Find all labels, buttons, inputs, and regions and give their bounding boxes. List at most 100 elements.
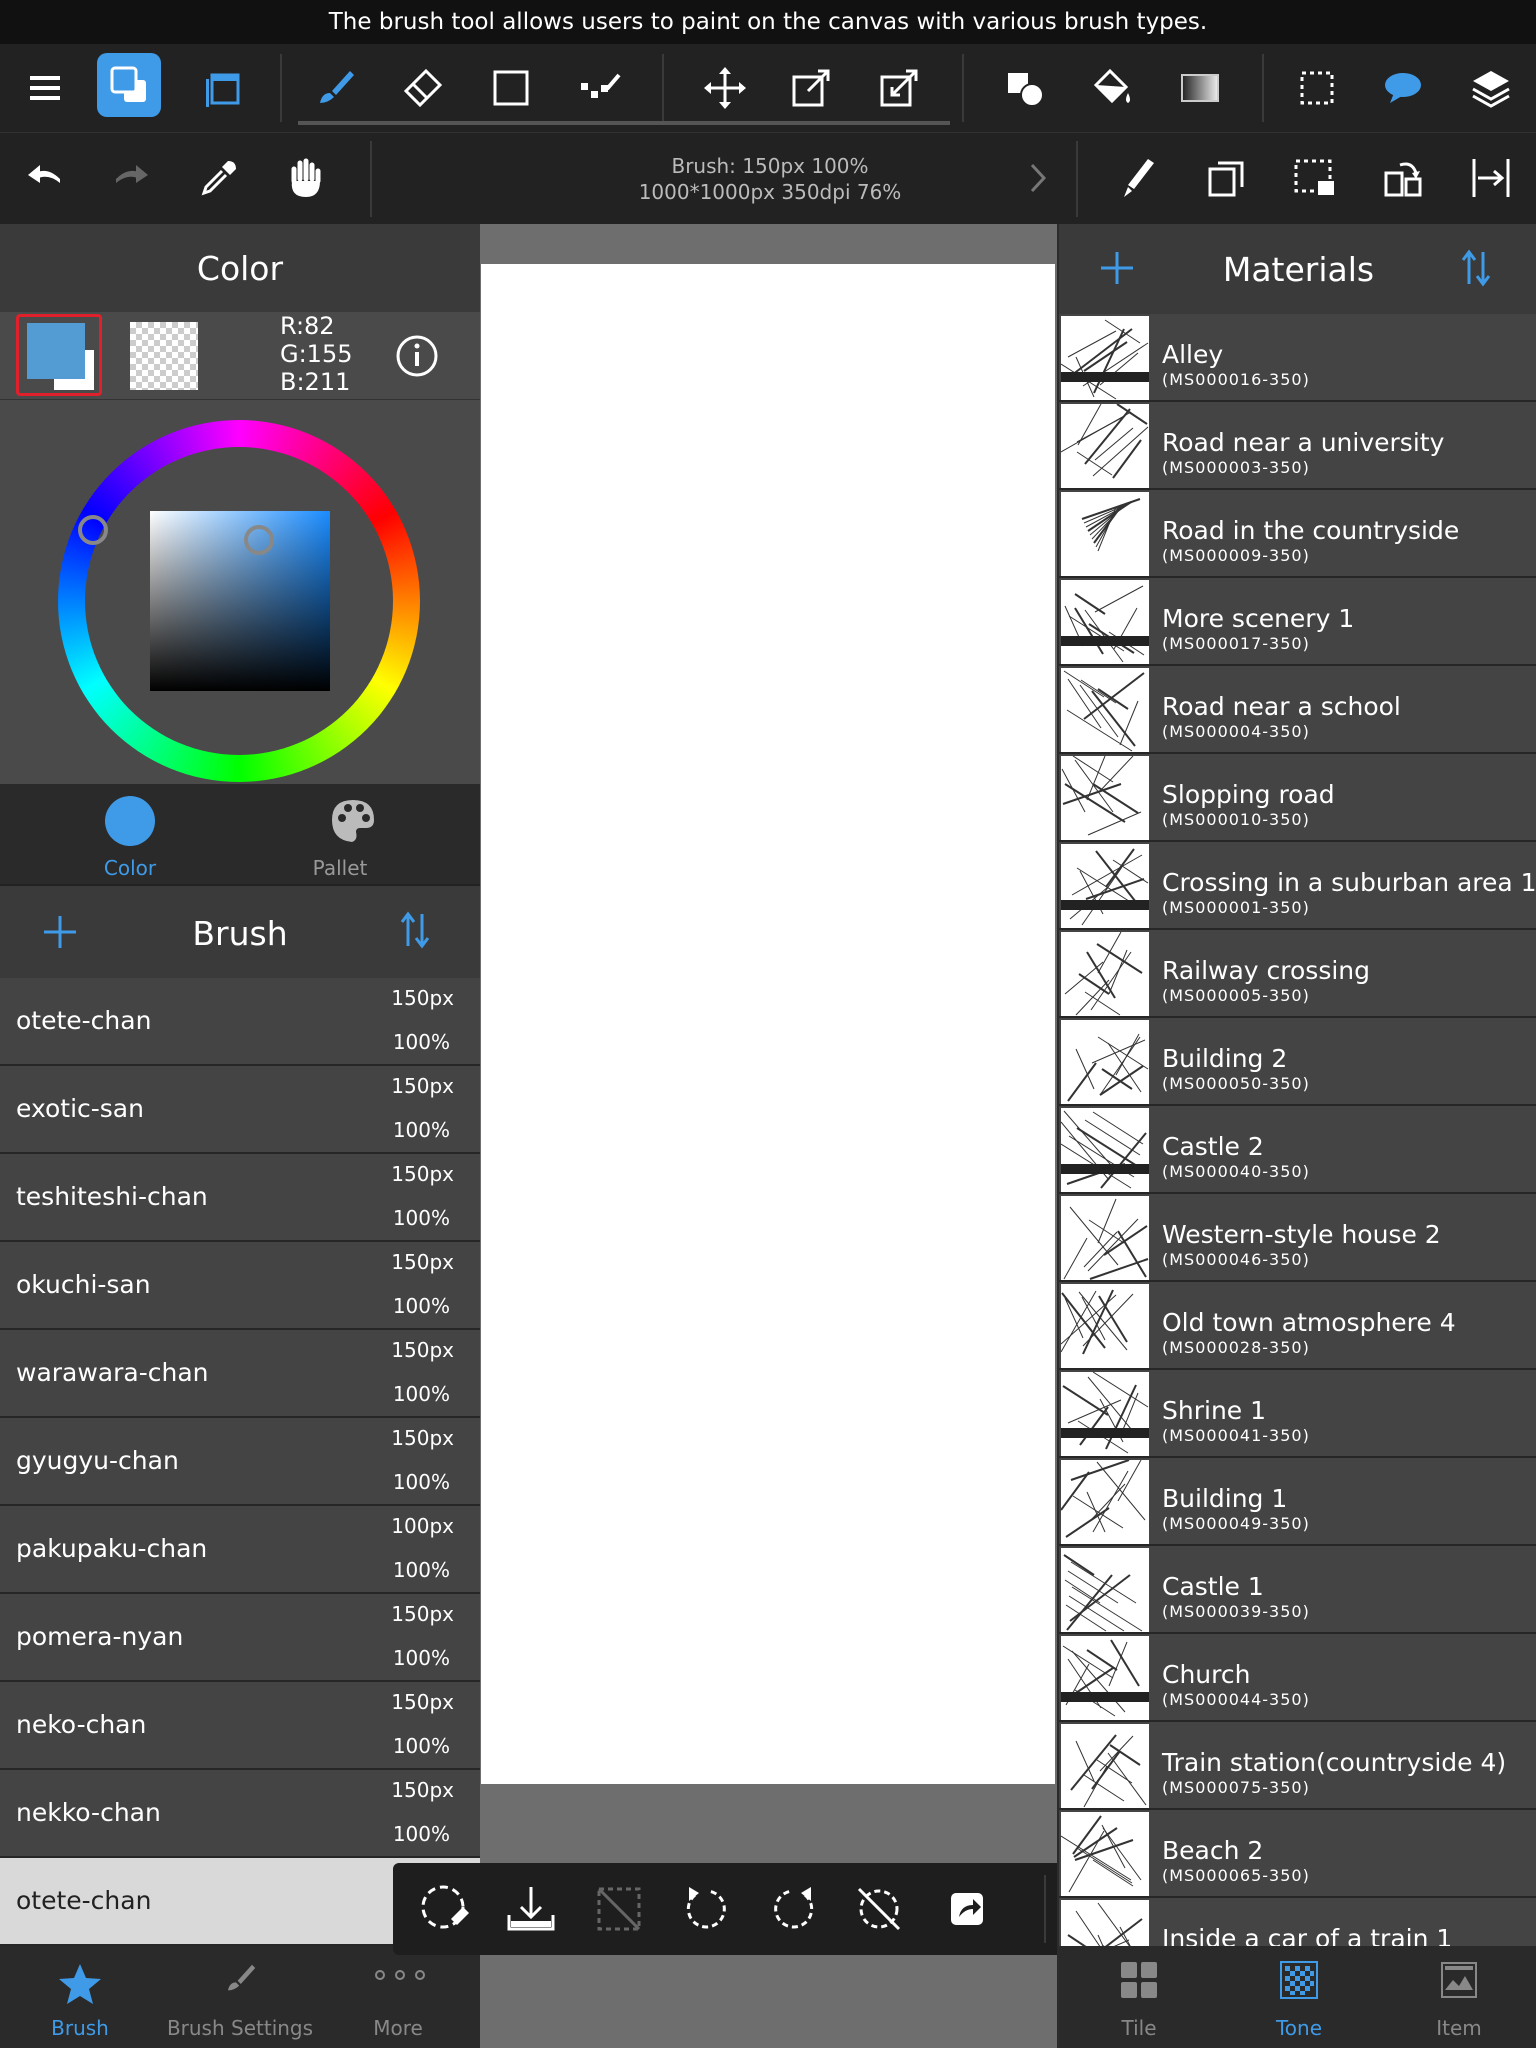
material-thumbnail [1061, 1020, 1149, 1104]
brush-opacity: 100% [392, 1294, 450, 1318]
brush-item[interactable]: pomera-nyan 150px 100% [0, 1594, 480, 1682]
tab-pallet[interactable]: Pallet [220, 784, 460, 884]
material-item[interactable]: Shrine 1 (MS000041-350) [1059, 1370, 1536, 1458]
material-item[interactable]: Railway crossing (MS000005-350) [1059, 930, 1536, 1018]
material-item[interactable]: Beach 2 (MS000065-350) [1059, 1810, 1536, 1898]
material-item[interactable]: Church (MS000044-350) [1059, 1634, 1536, 1722]
material-item[interactable]: Road near a university (MS000003-350) [1059, 402, 1536, 490]
color-dot-icon [105, 796, 155, 846]
sort-material-icon[interactable] [1459, 248, 1493, 288]
brush-name: teshiteshi-chan [16, 1182, 208, 1211]
material-item[interactable]: More scenery 1 (MS000017-350) [1059, 578, 1536, 666]
tab-brush[interactable]: Brush [0, 1946, 160, 2048]
color-swap-icon[interactable] [97, 53, 161, 117]
materials-panel: Materials Alley (MS000016-350) Road near a… [1057, 224, 1536, 2048]
sv-handle[interactable] [244, 525, 274, 555]
material-thumbnail [1061, 1724, 1149, 1808]
rotate-right-icon[interactable] [763, 1879, 823, 1939]
rotate-icon[interactable] [1368, 143, 1438, 213]
drawing-canvas[interactable] [481, 264, 1055, 1784]
material-item[interactable]: Alley (MS000016-350) [1059, 314, 1536, 402]
shape-icon[interactable] [990, 53, 1060, 123]
brush-item[interactable]: pakupaku-chan 100px 100% [0, 1506, 480, 1594]
brush-size: 150px [391, 1250, 454, 1274]
transform-alt-icon[interactable] [864, 53, 934, 123]
color-tabs: Color Pallet [0, 784, 480, 884]
gradient-icon[interactable] [1165, 53, 1235, 123]
deselect-icon[interactable] [589, 1879, 649, 1939]
share-icon[interactable] [937, 1879, 997, 1939]
tab-color[interactable]: Color [0, 784, 240, 884]
rectangle-icon[interactable] [476, 53, 546, 123]
material-item[interactable]: Old town atmosphere 4 (MS000028-350) [1059, 1282, 1536, 1370]
hue-handle[interactable] [78, 515, 108, 545]
speech-bubble-icon[interactable] [1368, 53, 1438, 123]
eraser-icon[interactable] [388, 53, 458, 123]
reset-rotation-icon[interactable] [849, 1879, 909, 1939]
main-color-swatch[interactable] [16, 314, 102, 396]
sort-brush-icon[interactable] [398, 910, 432, 950]
chevron-right-icon[interactable] [1004, 143, 1074, 213]
material-item[interactable]: Castle 1 (MS000039-350) [1059, 1546, 1536, 1634]
add-material-icon[interactable] [1097, 248, 1137, 288]
brush-item[interactable]: otete-chan 150px 100% [0, 978, 480, 1066]
tab-pallet-label: Pallet [312, 856, 368, 880]
eyedropper-icon[interactable] [184, 143, 254, 213]
material-item[interactable]: Train station(countryside 4) (MS000075-35… [1059, 1722, 1536, 1810]
select-icon[interactable] [1282, 53, 1352, 123]
save-icon[interactable] [501, 1879, 561, 1939]
brush-size: 150px [391, 1074, 454, 1098]
brush-opacity: 100% [392, 1646, 450, 1670]
tab-item[interactable]: Item [1379, 1946, 1536, 2048]
info-icon[interactable] [395, 334, 439, 378]
brush-item[interactable]: warawara-chan 150px 100% [0, 1330, 480, 1418]
transparent-color-swatch[interactable] [130, 322, 198, 390]
flip-icon[interactable] [1456, 143, 1526, 213]
layers-icon[interactable] [1456, 53, 1526, 123]
rotate-left-icon[interactable] [677, 1879, 737, 1939]
brush-item[interactable]: teshiteshi-chan 150px 100% [0, 1154, 480, 1242]
material-item[interactable]: Inside a car of a train 1 [1059, 1898, 1536, 1946]
material-item[interactable]: Crossing in a suburban area 1 (MS000001-3… [1059, 842, 1536, 930]
hand-icon[interactable] [270, 143, 340, 213]
material-thumbnail [1061, 1460, 1149, 1544]
tab-brush-settings[interactable]: Brush Settings [160, 1946, 320, 2048]
tab-tile[interactable]: Tile [1059, 1946, 1219, 2048]
add-brush-icon[interactable] [40, 912, 80, 952]
pen-icon[interactable] [1102, 143, 1172, 213]
transform-icon[interactable] [776, 53, 846, 123]
item-icon [1439, 1960, 1479, 2000]
brush-item[interactable]: okuchi-san 150px 100% [0, 1242, 480, 1330]
fill-bucket-icon[interactable] [1076, 53, 1146, 123]
saturation-value-square[interactable] [150, 511, 330, 691]
move-icon[interactable] [690, 53, 760, 123]
material-title: Crossing in a suburban area 1 [1162, 868, 1536, 897]
brush-item[interactable]: gyugyu-chan 150px 100% [0, 1418, 480, 1506]
dot-tool-icon[interactable] [565, 53, 635, 123]
brush-name: exotic-san [16, 1094, 144, 1123]
material-item[interactable]: Building 1 (MS000049-350) [1059, 1458, 1536, 1546]
menu-icon[interactable] [10, 53, 80, 123]
tab-tone[interactable]: Tone [1219, 1946, 1379, 2048]
frame-icon[interactable] [188, 53, 258, 123]
brush-item[interactable]: exotic-san 150px 100% [0, 1066, 480, 1154]
copy-layer-icon[interactable] [1192, 143, 1262, 213]
clear-selection-icon[interactable] [415, 1879, 475, 1939]
brush-item[interactable]: neko-chan 150px 100% [0, 1682, 480, 1770]
material-item[interactable]: Castle 2 (MS000040-350) [1059, 1106, 1536, 1194]
material-item[interactable]: Building 2 (MS000050-350) [1059, 1018, 1536, 1106]
brush-item[interactable]: nekko-chan 150px 100% [0, 1770, 480, 1858]
redo-icon[interactable] [96, 143, 166, 213]
brush-name: pakupaku-chan [16, 1534, 208, 1563]
material-item[interactable]: Road near a school (MS000004-350) [1059, 666, 1536, 754]
undo-icon[interactable] [10, 143, 80, 213]
material-title: Road near a university [1162, 428, 1445, 457]
material-item[interactable]: Road in the countryside (MS000009-350) [1059, 490, 1536, 578]
material-code: (MS000004-350) [1162, 722, 1310, 741]
material-item[interactable]: Western-style house 2 (MS000046-350) [1059, 1194, 1536, 1282]
material-item[interactable]: Slopping road (MS000010-350) [1059, 754, 1536, 842]
material-thumbnail [1061, 1372, 1149, 1456]
tab-more[interactable]: More [320, 1946, 480, 2048]
brush-icon[interactable] [300, 53, 370, 123]
selection-icon[interactable] [1280, 143, 1350, 213]
